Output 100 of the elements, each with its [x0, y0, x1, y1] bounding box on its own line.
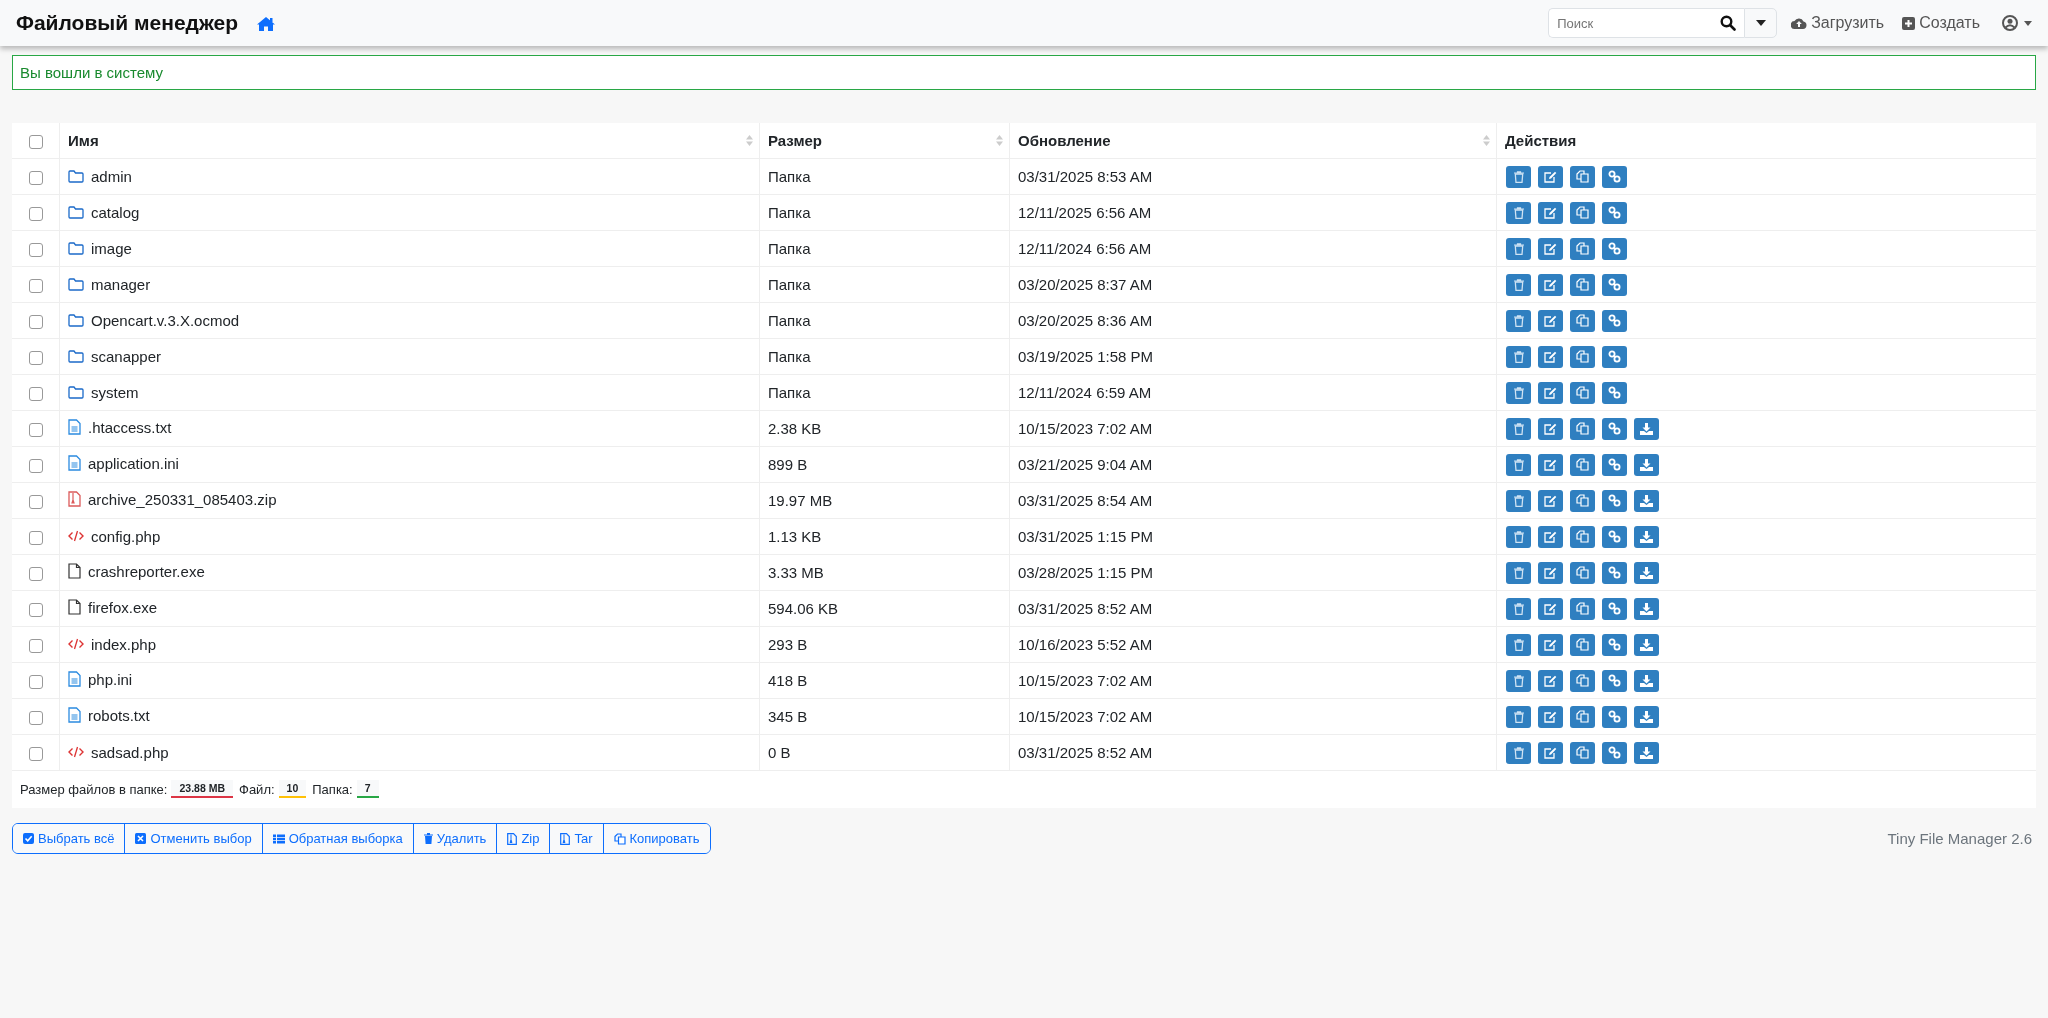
copy-button[interactable] [1570, 561, 1595, 584]
edit-button[interactable] [1538, 489, 1563, 512]
copy-button[interactable] [1570, 741, 1595, 764]
delete-button[interactable] [1506, 705, 1531, 728]
link-button[interactable] [1602, 669, 1627, 692]
file-name-link[interactable]: system [91, 383, 139, 401]
download-button[interactable] [1634, 489, 1659, 512]
file-name-link[interactable]: catalog [91, 203, 140, 221]
file-name-link[interactable]: php.ini [88, 670, 133, 688]
file-name-link[interactable]: sadsad.php [91, 743, 169, 761]
copy-button[interactable] [1570, 417, 1595, 440]
file-name-link[interactable]: scanapper [91, 347, 162, 365]
edit-button[interactable] [1538, 237, 1563, 260]
row-checkbox[interactable] [28, 567, 43, 581]
file-name-link[interactable]: archive_250331_085403.zip [88, 490, 277, 508]
copy-button[interactable] [1570, 525, 1595, 548]
link-button[interactable] [1602, 453, 1627, 476]
copy-button[interactable] [1570, 237, 1595, 260]
row-checkbox[interactable] [28, 423, 43, 437]
column-header[interactable]: Размер [759, 123, 1010, 159]
search-options-button[interactable] [1744, 8, 1778, 38]
edit-button[interactable] [1538, 633, 1563, 656]
delete-button[interactable] [1506, 381, 1531, 404]
copy-button[interactable] [1570, 633, 1595, 656]
bulk-action-button[interactable]: Копировать [602, 824, 710, 853]
link-button[interactable] [1602, 237, 1627, 260]
file-name-link[interactable]: admin [91, 167, 132, 185]
file-name-link[interactable]: Opencart.v.3.X.ocmod [91, 311, 240, 329]
link-button[interactable] [1602, 165, 1627, 188]
delete-button[interactable] [1506, 165, 1531, 188]
edit-button[interactable] [1538, 453, 1563, 476]
edit-button[interactable] [1538, 381, 1563, 404]
download-button[interactable] [1634, 453, 1659, 476]
row-checkbox[interactable] [28, 171, 43, 185]
link-button[interactable] [1602, 309, 1627, 332]
link-button[interactable] [1602, 273, 1627, 296]
file-name-link[interactable]: robots.txt [88, 706, 150, 724]
search-button[interactable] [1712, 8, 1745, 38]
edit-button[interactable] [1538, 561, 1563, 584]
link-button[interactable] [1602, 705, 1627, 728]
row-checkbox[interactable] [28, 459, 43, 473]
delete-button[interactable] [1506, 309, 1531, 332]
delete-button[interactable] [1506, 741, 1531, 764]
link-button[interactable] [1602, 345, 1627, 368]
row-checkbox[interactable] [28, 351, 43, 365]
home-icon[interactable] [256, 15, 277, 32]
edit-button[interactable] [1538, 273, 1563, 296]
download-button[interactable] [1634, 633, 1659, 656]
copy-button[interactable] [1570, 705, 1595, 728]
edit-button[interactable] [1538, 669, 1563, 692]
column-header[interactable]: Имя [59, 123, 760, 159]
row-checkbox[interactable] [28, 243, 43, 257]
row-checkbox[interactable] [28, 747, 43, 761]
delete-button[interactable] [1506, 633, 1531, 656]
delete-button[interactable] [1506, 417, 1531, 440]
copy-button[interactable] [1570, 201, 1595, 224]
delete-button[interactable] [1506, 669, 1531, 692]
select-all-checkbox[interactable] [28, 135, 43, 149]
download-button[interactable] [1634, 417, 1659, 440]
file-name-link[interactable]: crashreporter.exe [88, 562, 205, 580]
delete-button[interactable] [1506, 525, 1531, 548]
link-button[interactable] [1602, 741, 1627, 764]
link-button[interactable] [1602, 525, 1627, 548]
link-button[interactable] [1602, 561, 1627, 584]
delete-button[interactable] [1506, 237, 1531, 260]
edit-button[interactable] [1538, 345, 1563, 368]
link-button[interactable] [1602, 633, 1627, 656]
row-checkbox[interactable] [28, 603, 43, 617]
delete-button[interactable] [1506, 273, 1531, 296]
row-checkbox[interactable] [28, 675, 43, 689]
download-button[interactable] [1634, 705, 1659, 728]
copy-button[interactable] [1570, 669, 1595, 692]
copy-button[interactable] [1570, 597, 1595, 620]
row-checkbox[interactable] [28, 711, 43, 725]
link-button[interactable] [1602, 417, 1627, 440]
file-name-link[interactable]: firefox.exe [88, 598, 158, 616]
edit-button[interactable] [1538, 597, 1563, 620]
edit-button[interactable] [1538, 165, 1563, 188]
download-button[interactable] [1634, 561, 1659, 584]
file-name-link[interactable]: manager [91, 275, 151, 293]
copy-button[interactable] [1570, 453, 1595, 476]
row-checkbox[interactable] [28, 315, 43, 329]
edit-button[interactable] [1538, 525, 1563, 548]
search-field[interactable]: Поиск [1548, 8, 1713, 38]
copy-button[interactable] [1570, 165, 1595, 188]
upload-link[interactable]: Загрузить [1787, 14, 1889, 32]
row-checkbox[interactable] [28, 387, 43, 401]
file-name-link[interactable]: application.ini [88, 454, 179, 472]
delete-button[interactable] [1506, 345, 1531, 368]
edit-button[interactable] [1538, 201, 1563, 224]
copy-button[interactable] [1570, 381, 1595, 404]
edit-button[interactable] [1538, 309, 1563, 332]
row-checkbox[interactable] [28, 207, 43, 221]
file-name-link[interactable]: .htaccess.txt [88, 418, 172, 436]
file-name-link[interactable]: image [91, 239, 132, 257]
download-button[interactable] [1634, 525, 1659, 548]
delete-button[interactable] [1506, 597, 1531, 620]
row-checkbox[interactable] [28, 531, 43, 545]
row-checkbox[interactable] [28, 495, 43, 509]
row-checkbox[interactable] [28, 639, 43, 653]
